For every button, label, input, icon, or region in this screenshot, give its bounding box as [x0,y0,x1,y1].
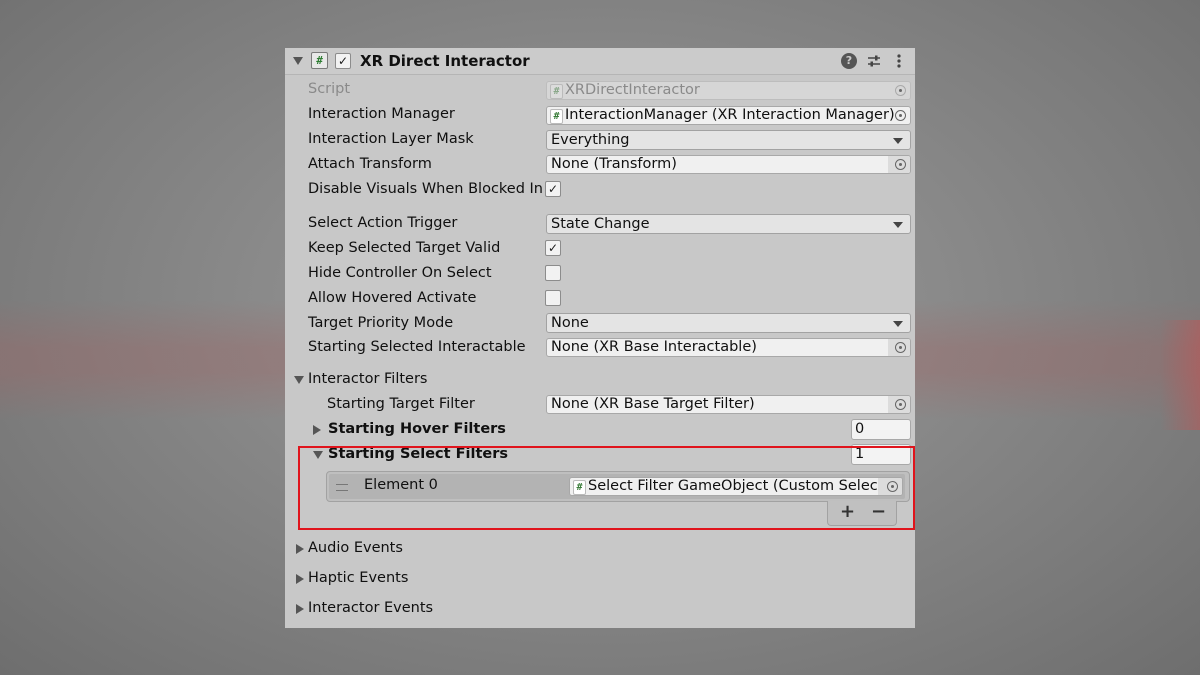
starting-selected-interactable-label: Starting Selected Interactable [308,339,526,355]
starting-selected-interactable-field[interactable]: None (XR Base Interactable) [546,338,911,357]
inspector-panel: # ✓ XR Direct Interactor ? Script # XRDi… [285,48,915,628]
disable-visuals-checkbox[interactable]: ✓ [545,181,561,197]
script-value: XRDirectInteractor [565,82,700,98]
target-priority-mode-value: None [551,315,589,331]
chevron-down-icon [893,138,903,144]
interaction-layer-mask-label: Interaction Layer Mask [308,131,474,147]
starting-selected-interactable-value: None (XR Base Interactable) [551,339,757,355]
interactor-filters-foldout-icon[interactable] [294,376,304,384]
select-action-trigger-dropdown[interactable]: State Change [546,214,911,234]
component-enabled-checkbox[interactable]: ✓ [335,53,351,69]
interaction-manager-label: Interaction Manager [308,106,455,122]
hide-controller-on-select-checkbox[interactable] [545,265,561,281]
starting-target-filter-label: Starting Target Filter [327,396,475,412]
audio-events-label[interactable]: Audio Events [308,540,403,556]
hide-controller-on-select-label: Hide Controller On Select [308,265,492,281]
interaction-layer-mask-value: Everything [551,132,630,148]
allow-hovered-activate-checkbox[interactable] [545,290,561,306]
attach-transform-label: Attach Transform [308,156,432,172]
allow-hovered-activate-label: Allow Hovered Activate [308,290,477,306]
object-picker-icon[interactable] [895,342,906,353]
collapse-triangle-icon[interactable] [293,57,303,65]
hover-filters-count-field[interactable]: 0 [851,419,911,440]
haptic-events-foldout-icon[interactable] [296,574,304,584]
object-picker-icon [895,85,906,96]
interactor-events-foldout-icon[interactable] [296,604,304,614]
audio-events-foldout-icon[interactable] [296,544,304,554]
script-hash-icon: # [550,84,563,99]
hover-filters-foldout-icon[interactable] [313,425,321,435]
disable-visuals-label: Disable Visuals When Blocked In [308,181,543,197]
interaction-manager-value: InteractionManager (XR Interaction Manag… [565,107,895,123]
interactor-events-label[interactable]: Interactor Events [308,600,433,616]
target-priority-mode-dropdown[interactable]: None [546,313,911,333]
script-field: # XRDirectInteractor [546,81,911,100]
interactor-filters-label[interactable]: Interactor Filters [308,371,427,387]
select-action-trigger-label: Select Action Trigger [308,215,458,231]
kebab-menu-icon[interactable] [893,53,905,72]
object-picker-icon[interactable] [895,110,906,121]
keep-selected-target-valid-label: Keep Selected Target Valid [308,240,501,256]
starting-target-filter-field[interactable]: None (XR Base Target Filter) [546,395,911,414]
component-title: XR Direct Interactor [360,52,530,70]
script-label: Script [308,81,351,97]
help-icon[interactable]: ? [841,53,857,69]
attach-transform-field[interactable]: None (Transform) [546,155,911,174]
interaction-layer-mask-dropdown[interactable]: Everything [546,130,911,150]
script-hash-icon: # [311,52,328,69]
starting-hover-filters-label[interactable]: Starting Hover Filters [328,421,506,437]
object-picker-icon[interactable] [895,399,906,410]
starting-target-filter-value: None (XR Base Target Filter) [551,396,755,412]
interaction-manager-field[interactable]: # InteractionManager (XR Interaction Man… [546,106,911,125]
select-action-trigger-value: State Change [551,216,650,232]
chevron-down-icon [893,222,903,228]
preset-sliders-icon[interactable] [866,53,882,72]
background-red-shape [1160,320,1200,430]
chevron-down-icon [893,321,903,327]
script-hash-icon: # [550,109,563,124]
object-picker-icon[interactable] [895,159,906,170]
component-header: # ✓ XR Direct Interactor ? [285,48,915,75]
attach-transform-value: None (Transform) [551,156,677,172]
highlight-box [298,446,915,530]
target-priority-mode-label: Target Priority Mode [308,315,454,331]
haptic-events-label[interactable]: Haptic Events [308,570,408,586]
keep-selected-target-valid-checkbox[interactable]: ✓ [545,240,561,256]
